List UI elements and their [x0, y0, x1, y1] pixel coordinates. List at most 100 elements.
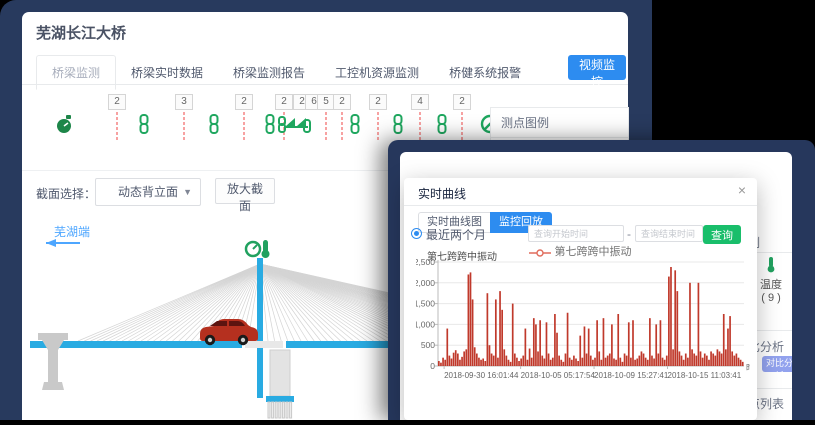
chart-bar	[729, 316, 731, 366]
chart-bar	[592, 360, 594, 366]
sensor-count-badge: 2	[235, 94, 253, 110]
compare-analysis-button[interactable]: 对比分析	[762, 356, 792, 372]
chart-bar	[489, 345, 491, 366]
chart-bar	[651, 356, 653, 366]
chart-bar	[736, 354, 738, 366]
chart-bar	[446, 329, 448, 366]
chart-bar	[459, 360, 461, 366]
realtime-curve-modal: 实时曲线 × 实时曲线图监控回放 最近两个月 - 查询 第七跨跨中振动 第七跨跨…	[404, 178, 757, 420]
chart-bar	[527, 360, 529, 366]
chart-bar	[474, 347, 476, 366]
chart-bar	[514, 354, 516, 366]
sensor-marker-line	[378, 112, 379, 140]
chart-bar	[567, 313, 569, 366]
chart-bar	[672, 349, 674, 366]
chart-bar	[501, 310, 503, 366]
chart-bar	[520, 359, 522, 366]
link-icon[interactable]	[263, 114, 277, 139]
y-tick-label: 1,500	[416, 299, 435, 309]
thermometer-icon	[262, 240, 270, 258]
link-icon[interactable]	[435, 114, 449, 139]
chart-bar	[470, 272, 472, 366]
chart-bar	[529, 349, 531, 366]
section-select-dropdown[interactable]: 动态背立面 ▼	[95, 178, 201, 206]
chart-bar	[493, 356, 495, 366]
sensor-marker-line	[117, 112, 118, 140]
chart-bar	[674, 270, 676, 366]
query-start-time-input[interactable]	[528, 225, 624, 242]
chart-bar	[676, 291, 678, 366]
sensor-marker-line	[342, 112, 343, 140]
chart-bar	[525, 329, 527, 366]
chart-bar	[598, 351, 600, 366]
chart-bar	[544, 359, 546, 366]
chart-bar	[546, 322, 548, 366]
chart-bar	[537, 351, 539, 366]
chart-bar	[700, 351, 702, 366]
chart-bar	[468, 274, 470, 366]
chart-bar	[539, 320, 541, 366]
chart-bar	[641, 351, 643, 366]
chart-bar	[457, 354, 459, 366]
sensor-marker-line	[244, 112, 245, 140]
vibration-chart: 05001,0001,5002,0002,5002018-09-30 16:01…	[416, 258, 750, 390]
chart-bar	[660, 320, 662, 366]
query-button[interactable]: 查询	[703, 225, 741, 244]
sensor-count-badge: 2	[369, 94, 387, 110]
query-end-time-input[interactable]	[635, 225, 703, 242]
video-monitor-button[interactable]: 视频监控	[568, 55, 626, 80]
tower-foundation	[266, 350, 294, 418]
chart-bar	[584, 326, 586, 366]
chart-bar	[609, 354, 611, 366]
chart-bar	[552, 358, 554, 366]
chart-bar	[558, 356, 560, 366]
y-tick-label: 2,000	[416, 278, 435, 288]
enlarge-section-button[interactable]: 放大截面	[215, 178, 275, 204]
link-icon[interactable]	[348, 114, 362, 139]
recent-two-months-radio[interactable]	[411, 228, 422, 239]
chart-bar	[453, 353, 455, 366]
chart-bar	[586, 354, 588, 366]
legend-marker-icon	[529, 249, 551, 257]
chart-bar	[463, 351, 465, 366]
chart-bar	[626, 356, 628, 366]
bearing-icon[interactable]	[277, 114, 311, 139]
chart-bar	[687, 358, 689, 366]
chart-bar	[533, 318, 535, 366]
chart-bar	[438, 361, 440, 366]
gauge-icon[interactable]	[55, 114, 73, 139]
chart-bar	[664, 360, 666, 366]
chart-bar	[647, 360, 649, 366]
chart-bar	[683, 360, 685, 366]
link-icon[interactable]	[391, 114, 405, 139]
chart-bar	[657, 354, 659, 366]
chart-bar	[666, 356, 668, 366]
chart-bar	[480, 360, 482, 366]
modal-title: 实时曲线	[418, 185, 466, 202]
gauge-icon	[246, 242, 260, 256]
chart-bar	[723, 314, 725, 366]
sensor-marker-line	[420, 112, 421, 140]
chart-bar	[573, 356, 575, 366]
chart-bar	[484, 361, 486, 366]
chart-bar	[733, 356, 735, 366]
chart-bar	[569, 358, 571, 366]
chart-bar	[649, 318, 651, 366]
chart-bar	[717, 349, 719, 366]
chart-bar	[600, 360, 602, 366]
chart-bar	[579, 336, 581, 366]
sensor-marker-line	[462, 112, 463, 140]
link-icon[interactable]	[137, 114, 151, 139]
link-icon[interactable]	[207, 114, 221, 139]
close-icon[interactable]: ×	[738, 183, 746, 197]
chart-bar	[461, 357, 463, 366]
y-tick-label: 500	[421, 340, 435, 350]
sensor-marker-line	[326, 112, 327, 140]
legend-series-label: 第七跨跨中振动	[555, 246, 632, 258]
chart-bar	[506, 356, 508, 366]
bridge-tower	[257, 258, 263, 398]
chart-bar	[594, 358, 596, 366]
query-row: 最近两个月 - 查询	[404, 224, 757, 244]
section-select-label: 截面选择：	[36, 185, 96, 202]
chart-bar	[482, 359, 484, 366]
